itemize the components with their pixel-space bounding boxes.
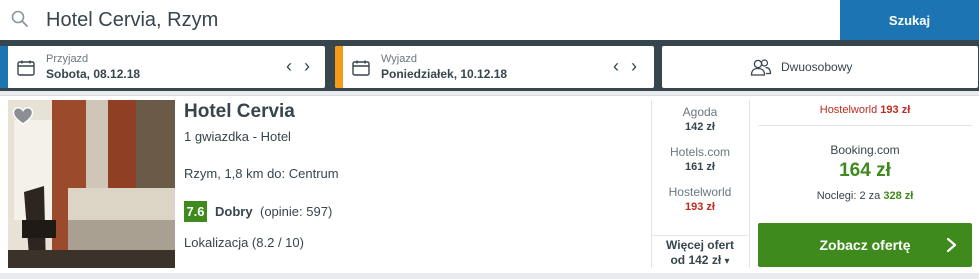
checkout-label: Wyjazd: [381, 53, 417, 65]
nights-total: 328 zł: [883, 190, 914, 202]
checkin-next-icon[interactable]: ›: [299, 56, 315, 76]
alt-deal-provider: Hostelworld: [668, 185, 732, 199]
rating-count[interactable]: (opinie: 597): [260, 204, 332, 219]
checkout-accent: [335, 46, 343, 88]
hotel-stars: 1 gwiazdka - Hotel: [184, 129, 291, 144]
calendar-icon: [352, 60, 370, 76]
top-deal-provider: Hostelworld: [819, 104, 878, 116]
checkin-value: Sobota, 08.12.18: [46, 67, 141, 81]
rating-badge: 7.6: [184, 201, 207, 222]
chevron-right-icon: [946, 237, 957, 253]
top-deal-divider: [758, 125, 972, 126]
more-offers-button[interactable]: Więcej ofert od 142 zł ▾: [652, 235, 748, 269]
room-type-label: Dwuosobowy: [781, 60, 853, 74]
alt-deal-hostelworld[interactable]: Hostelworld 193 zł: [652, 185, 748, 215]
room-type-selector[interactable]: Dwuosobowy: [662, 46, 978, 88]
checkin-accent: [0, 46, 8, 88]
checkout-prev-icon[interactable]: ‹: [608, 56, 624, 76]
hotel-name[interactable]: Hotel Cervia: [184, 101, 295, 123]
view-deal-button[interactable]: Zobacz ofertę: [758, 223, 972, 267]
checkout-date-picker[interactable]: Wyjazd Poniedziałek, 10.12.18 ‹ ›: [335, 46, 654, 88]
alt-deal-provider: Agoda: [682, 105, 718, 119]
heart-icon[interactable]: [12, 106, 34, 126]
more-offers-line1: Więcej ofert: [666, 238, 734, 252]
more-offers-line2: od 142 zł ▾: [670, 253, 730, 267]
search-input[interactable]: [46, 4, 826, 36]
checkout-next-icon[interactable]: ›: [626, 56, 642, 76]
alt-deal-hotels-com[interactable]: Hotels.com 161 zł: [652, 145, 748, 175]
checkin-prev-icon[interactable]: ‹: [281, 56, 297, 76]
column-divider: [749, 100, 750, 268]
search-bar: Szukaj: [0, 0, 979, 40]
guests-icon: [750, 59, 772, 76]
best-deal-price: 164 zł: [839, 160, 891, 181]
checkout-value: Poniedziałek, 10.12.18: [381, 67, 508, 81]
top-deal-link[interactable]: Hostelworld 193 zł: [758, 104, 972, 116]
alt-deal-provider: Hotels.com: [669, 145, 731, 159]
alt-deal-price: 193 zł: [685, 201, 715, 213]
checkin-date-picker[interactable]: Przyjazd Sobota, 08.12.18 ‹ ›: [0, 46, 325, 88]
alt-deal-agoda[interactable]: Agoda 142 zł: [652, 105, 748, 135]
top-deal-price: 193 zł: [880, 104, 911, 116]
search-button[interactable]: Szukaj: [840, 0, 979, 40]
alt-deal-price: 142 zł: [685, 121, 715, 133]
nights-summary: Noclegi: 2 za 328 zł: [816, 190, 914, 202]
location-score: Lokalizacja (8.2 / 10): [184, 235, 304, 250]
rating-label: Dobry: [215, 204, 253, 219]
alt-deal-price: 161 zł: [685, 161, 715, 173]
chevron-down-icon: ▾: [724, 256, 730, 267]
hotel-location: Rzym, 1,8 km do: Centrum: [184, 166, 339, 181]
search-icon: [11, 10, 28, 27]
calendar-icon: [17, 60, 35, 76]
checkin-label: Przyjazd: [46, 53, 89, 65]
best-deal-provider: Booking.com: [830, 143, 900, 157]
